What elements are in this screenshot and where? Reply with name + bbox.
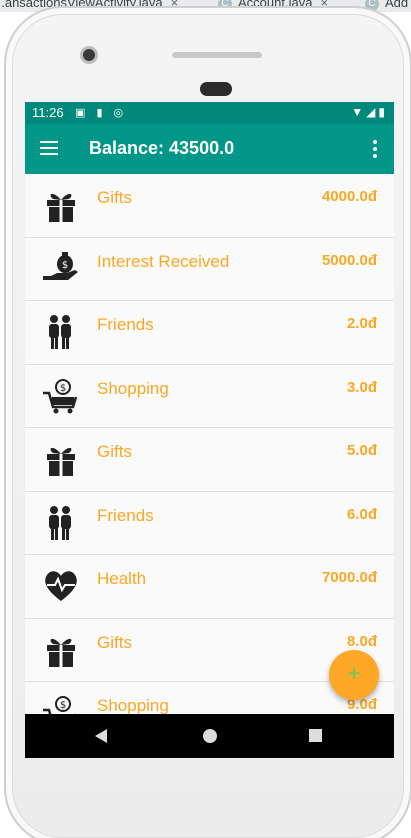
list-item[interactable]: $ Shopping 3.0đ: [25, 364, 394, 428]
svg-text:$: $: [60, 700, 66, 711]
transaction-category: Interest Received: [97, 251, 230, 271]
home-icon[interactable]: [203, 729, 217, 743]
transaction-category: Gifts: [97, 188, 132, 207]
transaction-category: Friends: [97, 505, 154, 525]
transaction-category: Gifts: [97, 632, 132, 652]
transactions-list[interactable]: Gifts 4000.0đ $ Interest Received 5000.0đ Fri…: [25, 174, 394, 718]
transaction-category: Shopping: [97, 378, 169, 398]
hamburger-menu-icon[interactable]: [40, 141, 58, 155]
friends-icon: [41, 311, 81, 351]
transaction-amount: 2.0đ: [346, 315, 377, 332]
list-item[interactable]: Friends 2.0đ: [25, 301, 394, 365]
transaction-category: Shopping: [97, 696, 169, 715]
notification-icons: ▣ ▮ ◎: [75, 107, 128, 119]
shopping-cart-icon: $: [41, 375, 81, 415]
wifi-signal-battery-icon: ▼◢▮: [351, 105, 388, 119]
phone-screen: 11:26 ▣ ▮ ◎ ▼◢▮ Balance: 43500.0 Gifts 40…: [25, 102, 394, 758]
speaker-grille: [172, 52, 262, 58]
page-title: Balance: 43500.0: [89, 138, 235, 158]
recents-icon[interactable]: [309, 729, 322, 742]
earpiece: [200, 82, 232, 96]
transaction-amount: 8.0đ: [346, 632, 377, 650]
back-icon[interactable]: [95, 729, 107, 743]
status-time: 11:26: [32, 105, 64, 120]
gift-icon: [41, 184, 81, 224]
tab-title: Add: [385, 0, 409, 10]
gift-icon: [41, 438, 81, 478]
transaction-amount: 4000.0đ: [321, 188, 377, 205]
android-nav-bar: [25, 714, 394, 758]
money-bag-hand-icon: $: [41, 248, 81, 288]
list-item[interactable]: $ Interest Received 5000.0đ: [25, 237, 394, 301]
more-options-icon[interactable]: [372, 140, 378, 158]
transaction-category: Gifts: [97, 442, 132, 461]
gift-icon: [41, 629, 81, 669]
transaction-amount: 6.0đ: [346, 505, 377, 523]
transaction-category: Health: [97, 569, 147, 588]
friends-icon: [41, 502, 81, 542]
list-item[interactable]: Gifts 5.0đ: [25, 428, 394, 492]
add-transaction-button[interactable]: +: [329, 650, 379, 700]
transaction-category: Friends: [97, 315, 154, 334]
transaction-amount: 7000.0đ: [321, 569, 377, 586]
list-item[interactable]: Gifts 4000.0đ: [25, 174, 394, 238]
app-bar: Balance: 43500.0: [25, 124, 394, 174]
list-item[interactable]: Friends 6.0đ: [25, 491, 394, 555]
transaction-amount: 5.0đ: [346, 442, 377, 459]
status-bar: 11:26 ▣ ▮ ◎ ▼◢▮: [25, 102, 394, 124]
svg-text:$: $: [60, 383, 66, 394]
transaction-amount: 5000.0đ: [321, 251, 377, 269]
screenshot-root: ...ansactionsViewActivity.java × C Account…: [0, 0, 411, 838]
camera-icon: [80, 46, 98, 64]
svg-text:$: $: [62, 260, 68, 271]
heart-pulse-icon: [41, 565, 81, 605]
list-item[interactable]: Health 7000.0đ: [25, 555, 394, 619]
transaction-amount: 3.0đ: [346, 378, 377, 396]
